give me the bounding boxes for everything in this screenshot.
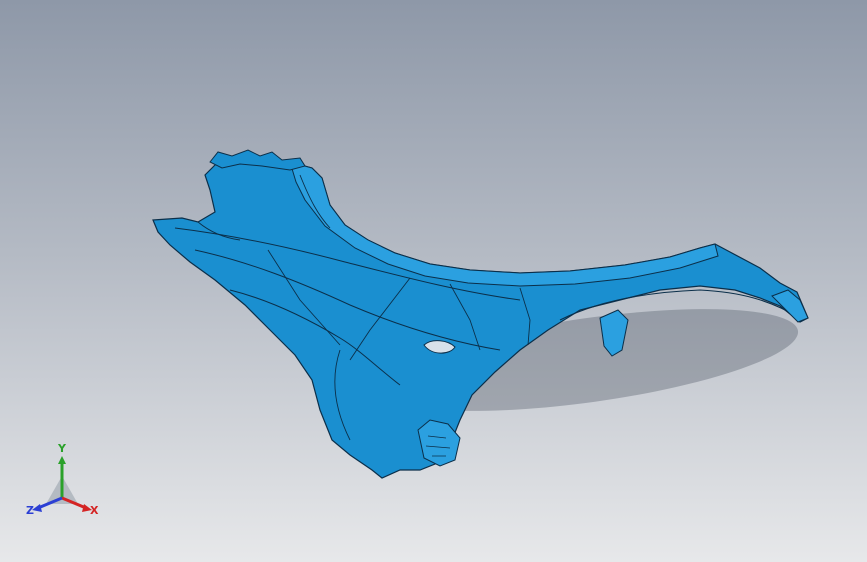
- graphics-viewport[interactable]: Y X Z: [0, 0, 867, 562]
- y-axis-label: Y: [58, 442, 66, 455]
- z-axis-label: Z: [26, 504, 34, 517]
- model-canvas[interactable]: [0, 0, 867, 562]
- x-axis-label: X: [90, 504, 99, 517]
- y-arrow-icon: [58, 456, 66, 464]
- axis-triad: Y X Z: [24, 442, 104, 524]
